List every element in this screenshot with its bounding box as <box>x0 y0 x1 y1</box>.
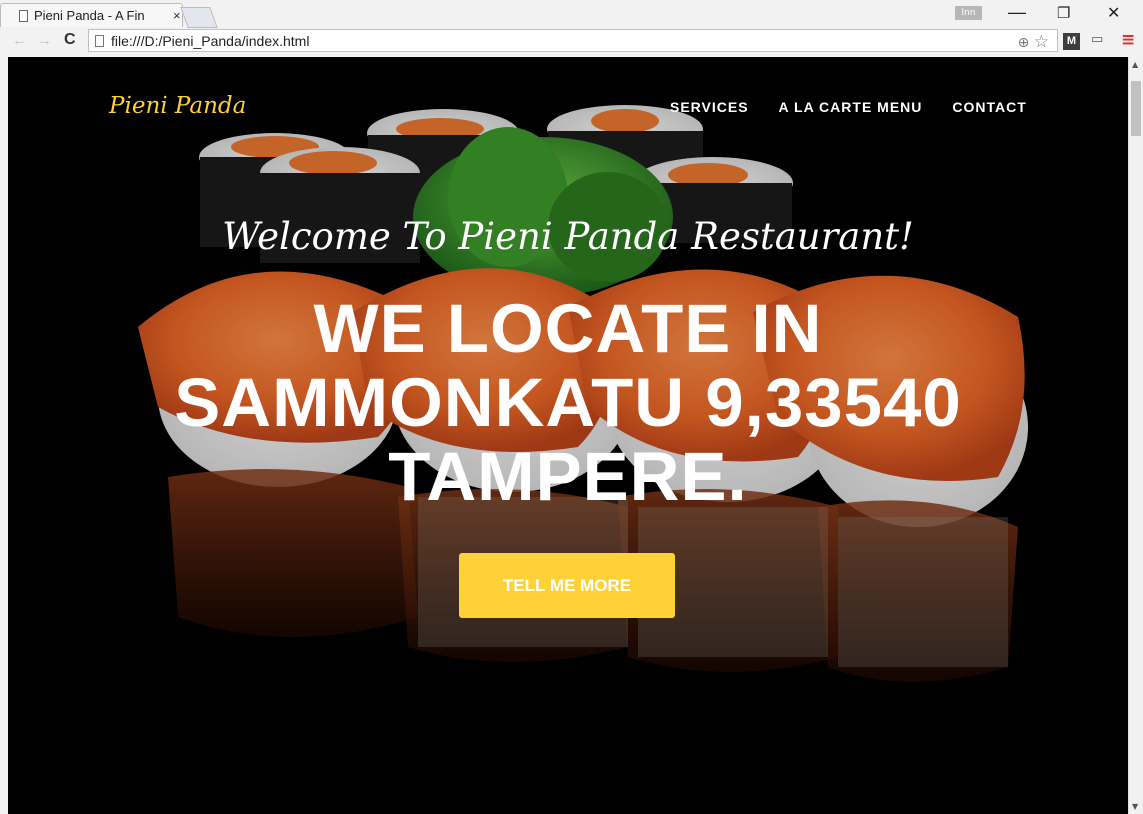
new-tab-button[interactable] <box>180 7 218 28</box>
nav-link-menu[interactable]: A LA CARTE MENU <box>779 99 923 115</box>
restore-icon[interactable]: ❐ <box>1057 4 1070 22</box>
tab-strip: Pieni Panda - A Fin × lnn — ❐ ✕ <box>0 0 1143 28</box>
forward-icon[interactable]: → <box>37 32 52 49</box>
main-nav: SERVICES A LA CARTE MENU CONTACT <box>670 99 1027 115</box>
browser-toolbar: ← → C file:///D:/Pieni_Panda/index.html … <box>0 28 1143 55</box>
nav-link-contact[interactable]: CONTACT <box>952 99 1026 115</box>
window-edge <box>0 57 8 814</box>
tell-me-more-button[interactable]: TELL ME MORE <box>459 553 675 618</box>
omnibox-icons: ⊕ ☆ <box>1018 32 1049 52</box>
page-icon <box>19 9 28 22</box>
scrollbar[interactable]: ▲ ▼ <box>1128 57 1143 814</box>
extension-m-icon[interactable]: M <box>1063 33 1080 50</box>
back-icon[interactable]: ← <box>12 32 27 49</box>
brand-logo[interactable]: Pieni Panda <box>109 93 246 119</box>
browser-chrome: Pieni Panda - A Fin × lnn — ❐ ✕ ← → C fi… <box>0 0 1143 57</box>
star-icon[interactable]: ☆ <box>1034 32 1049 52</box>
cast-icon[interactable]: ▭ <box>1091 32 1103 47</box>
scrollbar-thumb[interactable] <box>1131 81 1141 136</box>
tab-close-icon[interactable]: × <box>173 8 181 23</box>
url-text[interactable]: file:///D:/Pieni_Panda/index.html <box>111 33 309 49</box>
scroll-down-icon[interactable]: ▼ <box>1132 802 1138 811</box>
tab-title: Pieni Panda - A Fin <box>34 8 145 23</box>
page-icon <box>95 35 104 47</box>
welcome-heading: Welcome To Pieni Panda Restaurant! <box>222 215 914 258</box>
browser-tab[interactable]: Pieni Panda - A Fin × <box>0 3 183 27</box>
chrome-menu-icon[interactable]: ≡ <box>1121 30 1135 50</box>
minimize-icon[interactable]: — <box>1008 2 1026 23</box>
reload-icon[interactable]: C <box>64 31 76 49</box>
address-bar[interactable]: file:///D:/Pieni_Panda/index.html ⊕ ☆ <box>88 29 1058 52</box>
nav-link-services[interactable]: SERVICES <box>670 99 749 115</box>
hero-headline: WE LOCATE IN SAMMONKATU 9,33540 TAMPERE. <box>174 290 962 515</box>
close-window-icon[interactable]: ✕ <box>1107 3 1120 23</box>
scroll-up-icon[interactable]: ▲ <box>1132 60 1138 69</box>
zoom-icon[interactable]: ⊕ <box>1018 35 1030 51</box>
page-viewport: Pieni Panda SERVICES A LA CARTE MENU CON… <box>8 57 1128 814</box>
profile-button[interactable]: lnn <box>955 6 982 20</box>
